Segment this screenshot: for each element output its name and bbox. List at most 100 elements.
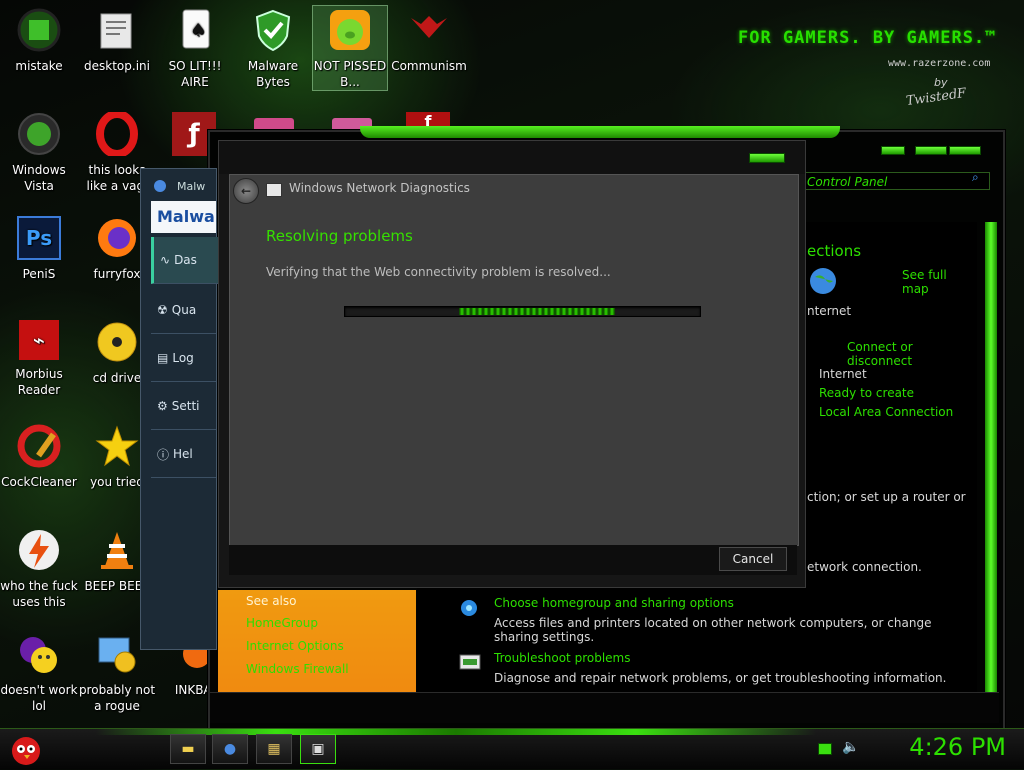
brand-byline: by (934, 76, 948, 89)
network-connection-text: etwork connection. (807, 560, 922, 574)
desktop-icon-morbius-reader[interactable]: ⌁ Morbius Reader (0, 320, 78, 398)
local-area-connection-link[interactable]: Local Area Connection (819, 405, 953, 419)
internet-label: nternet (807, 304, 852, 318)
help-circle-icon: ⓘ (157, 447, 170, 462)
start-button[interactable] (8, 731, 44, 770)
dialog-title: Windows Network Diagnostics (289, 181, 470, 195)
desktop-icon-label: NOT PISSED B... (313, 59, 387, 89)
see-full-map-link[interactable]: See full map (902, 268, 977, 296)
scrollbar[interactable] (985, 222, 997, 692)
taskbar-malwarebytes[interactable]: ● (212, 734, 248, 764)
control-panel-icon (95, 632, 139, 676)
minimize-button[interactable] (881, 146, 905, 155)
malwarebytes-logo: Malwa (151, 201, 216, 233)
recycle-bin-icon (17, 112, 61, 156)
malwarebytes-title: Malw (177, 180, 206, 193)
desktop-icon-label: who the fuck uses this (0, 579, 78, 609)
desktop-icon-label: PeniS (22, 267, 56, 281)
troubleshoot-icon (459, 653, 481, 674)
progress-bar (344, 306, 701, 317)
address-bar[interactable]: Control Panel (800, 172, 990, 190)
dialog-close-button[interactable] (749, 153, 785, 163)
desktop-icon-ccleaner[interactable]: CockCleaner (0, 424, 78, 490)
close-button[interactable] (949, 146, 981, 155)
desktop-icon-communism[interactable]: Communism (390, 8, 468, 74)
homegroup-icon (459, 598, 479, 621)
star-icon (95, 424, 139, 468)
see-also-panel: See also HomeGroup Internet Options Wind… (218, 590, 416, 696)
nav-item-logs[interactable]: ▤ Log (151, 335, 216, 382)
desktop-icon-label: SO LIT!!! AIRE (168, 59, 222, 89)
lightning-icon (17, 528, 61, 572)
desktop-icon-desktop-ini[interactable]: desktop.ini (78, 8, 156, 74)
desktop-icon-label: probably not a rogue (78, 683, 156, 713)
ini-file-icon (95, 8, 139, 52)
vlc-cone-icon (95, 528, 139, 572)
globe-icon (809, 267, 837, 298)
address-text: Control Panel (807, 175, 888, 189)
desktop-icon-label: you tried (90, 475, 144, 489)
maximize-button[interactable] (915, 146, 947, 155)
nav-item-label: Qua (171, 303, 197, 317)
cancel-button[interactable]: Cancel (719, 547, 787, 571)
nav-item-settings[interactable]: ⚙ Setti (151, 383, 216, 430)
desktop-icon-label: desktop.ini (84, 59, 150, 73)
desktop-icon-label: Malware Bytes (247, 59, 299, 89)
taskbar-explorer[interactable]: ▬ (170, 734, 206, 764)
nav-item-quarantine[interactable]: ☢ Qua (151, 287, 216, 334)
network-diagnostics-dialog[interactable]: ← Windows Network Diagnostics Resolving … (218, 140, 806, 588)
network-internet-label: Internet (819, 367, 867, 381)
connect-disconnect-link[interactable]: Connect or disconnect (847, 340, 977, 368)
desktop-icon-windows-vista[interactable]: Windows Vista (0, 112, 78, 194)
window-top-accent (360, 126, 840, 138)
router-text: ction; or set up a router or (807, 490, 966, 504)
network-diagnostics-icon (266, 183, 282, 197)
back-button[interactable]: ← (233, 178, 259, 204)
desktop-icon-yahoo[interactable]: doesn't work lol (0, 632, 78, 714)
network-tray-icon[interactable] (818, 743, 832, 755)
razer-logo-icon (407, 8, 451, 52)
back-arrow-icon: ← (240, 184, 252, 198)
task-desc-homegroup: Access files and printers located on oth… (494, 616, 932, 644)
brand-signature: TwistedF (905, 85, 968, 110)
desktop-icon-penis[interactable]: Ps PeniS (0, 216, 78, 282)
green-orb-icon (17, 8, 61, 52)
taskbar-clock[interactable]: 4:26 PM (909, 733, 1006, 761)
photoshop-icon: Ps (17, 216, 61, 260)
taskbar: ▬ ● ▦ ▣ 🔈 4:26 PM (0, 728, 1024, 769)
desktop-icon-not-pissed-birds[interactable]: NOT PISSED B... (312, 5, 388, 91)
progress-fill (459, 308, 615, 315)
desktop-icon-mistake[interactable]: mistake (0, 8, 78, 74)
ready-to-create-link[interactable]: Ready to create (819, 386, 914, 400)
search-icon[interactable]: ⌕ (972, 170, 979, 185)
gear-icon: ⚙ (157, 399, 168, 413)
section-heading: ections (807, 242, 862, 260)
task-link-troubleshoot[interactable]: Troubleshoot problems (494, 651, 630, 665)
desktop-icon-label: CockCleaner (1, 475, 77, 489)
green-pig-icon (328, 8, 372, 52)
folder-icon: ▬ (181, 741, 195, 757)
desktop-icon-label: Communism (391, 59, 467, 73)
see-also-homegroup-link[interactable]: HomeGroup (246, 616, 318, 630)
task-link-homegroup[interactable]: Choose homegroup and sharing options (494, 596, 734, 610)
see-also-windows-firewall-link[interactable]: Windows Firewall (246, 662, 349, 676)
brand-tagline: FOR GAMERS. BY GAMERS.™ (738, 28, 997, 48)
desktop-icon-malware-bytes[interactable]: Malware Bytes (234, 8, 312, 90)
dialog-footer (229, 545, 797, 575)
control-panel-icon: ▦ (267, 741, 281, 757)
taskbar-control-panel[interactable]: ▦ (256, 734, 292, 764)
desktop-icon-label: this looks like a vagi (86, 163, 148, 193)
window-bottom-bar (210, 692, 999, 723)
desktop-icon-label: Windows Vista (12, 163, 66, 193)
volume-icon[interactable]: 🔈 (842, 739, 859, 755)
desktop-icon-so-lit-aire[interactable]: ♠ SO LIT!!! AIRE (156, 8, 234, 90)
nav-item-dashboard[interactable]: ∿ Das (151, 237, 219, 284)
malwarebytes-icon: ● (223, 741, 237, 757)
malwarebytes-window[interactable]: Malw Malwa ∿ Das ☢ Qua ▤ Log ⚙ Setti ⓘ H… (140, 168, 219, 650)
nav-item-label: Setti (171, 399, 200, 413)
desktop-icon-label: mistake (15, 59, 63, 73)
see-also-internet-options-link[interactable]: Internet Options (246, 639, 344, 653)
desktop-icon-lightning[interactable]: who the fuck uses this (0, 528, 78, 610)
taskbar-network-diagnostics[interactable]: ▣ (300, 734, 336, 764)
nav-item-help[interactable]: ⓘ Hel (151, 431, 216, 478)
